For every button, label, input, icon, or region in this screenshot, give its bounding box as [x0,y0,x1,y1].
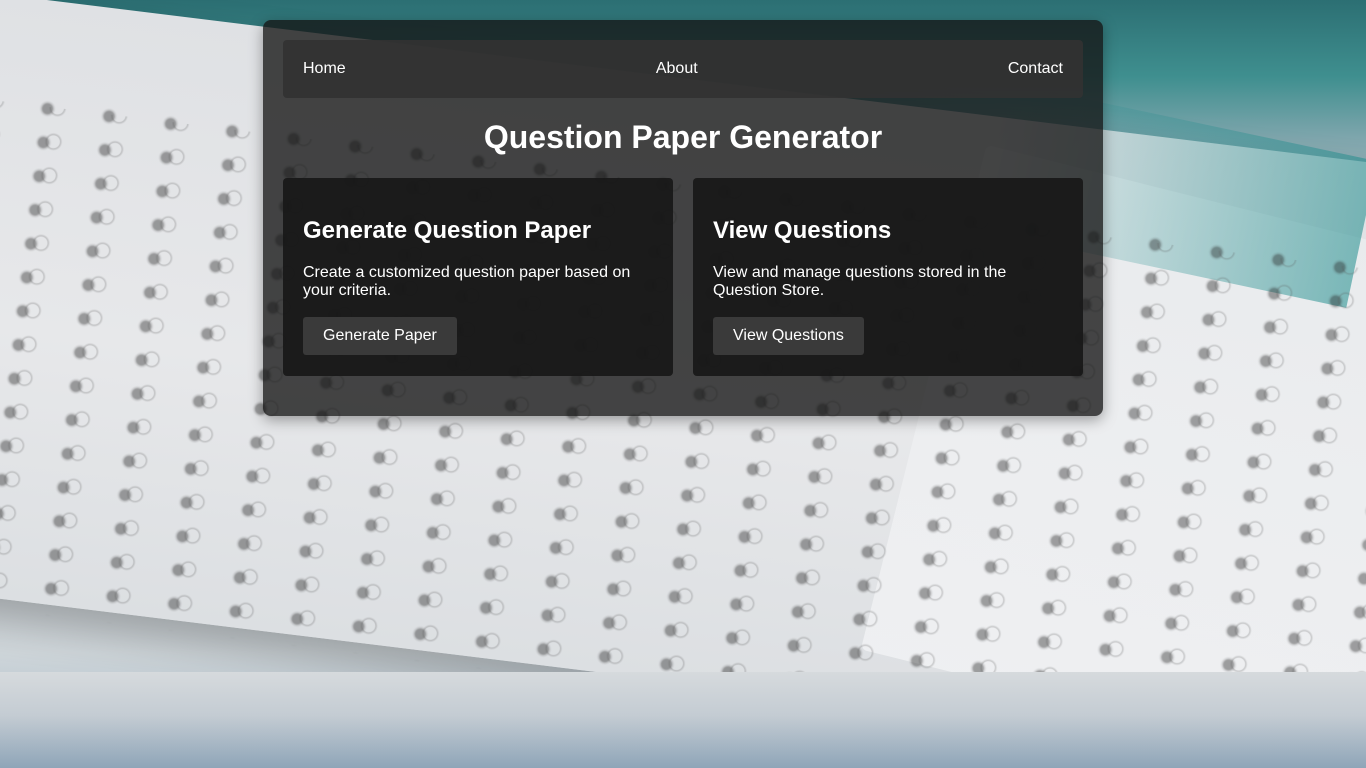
card-title: Generate Question Paper [303,217,592,244]
card-description: View and manage questions stored in the … [713,264,1007,299]
card-title: View Questions [713,217,892,244]
generate-paper-card: Generate Question Paper Create a customi… [283,178,673,376]
nav-link-home[interactable]: Home [303,60,346,78]
cards-container: Generate Question Paper Create a customi… [283,178,1083,376]
generate-paper-button[interactable]: Generate Paper [303,317,457,355]
view-questions-card: View Questions View and manage questions… [693,178,1083,376]
main-panel: Home About Contact Question Paper Genera… [263,20,1103,416]
page-title: Question Paper Generator [483,119,883,155]
nav-link-contact[interactable]: Contact [1008,60,1063,78]
nav-link-about[interactable]: About [656,60,698,78]
card-description: Create a customized question paper based… [303,264,631,299]
navbar: Home About Contact [283,40,1083,98]
background-bottom-band [0,672,1366,768]
view-questions-button[interactable]: View Questions [713,317,864,355]
